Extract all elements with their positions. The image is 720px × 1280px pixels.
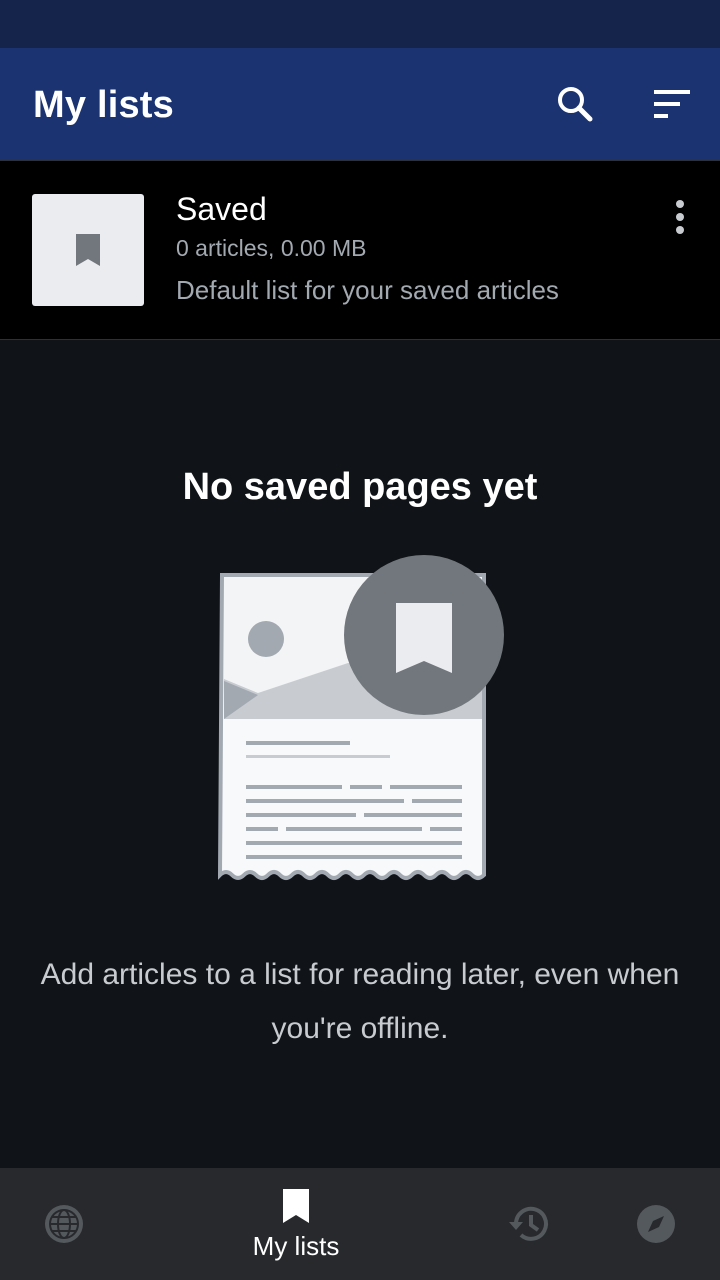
nav-label-my-lists: My lists [252, 1230, 340, 1261]
list-description: Default list for your saved articles [176, 275, 559, 305]
list-thumbnail [32, 194, 144, 306]
bookmark-icon [76, 234, 100, 266]
reading-list-saved[interactable]: Saved 0 articles, 0.00 MB Default list f… [0, 160, 720, 340]
empty-state-title: No saved pages yet [182, 466, 538, 508]
search-icon [558, 87, 593, 122]
nav-explore[interactable] [24, 1168, 104, 1280]
nav-nearby[interactable] [616, 1168, 696, 1280]
list-name: Saved [176, 191, 267, 227]
app-bar: My lists [0, 48, 720, 160]
status-bar [0, 0, 720, 48]
sort-button[interactable] [644, 76, 700, 132]
empty-state-message: Add articles to a list for reading later… [40, 958, 680, 1045]
page-title: My lists [33, 84, 174, 126]
history-icon [509, 1206, 548, 1241]
list-meta: 0 articles, 0.00 MB [176, 235, 367, 261]
globe-icon [45, 1205, 83, 1243]
search-button[interactable] [547, 76, 603, 132]
nav-history[interactable] [488, 1168, 568, 1280]
sort-icon [654, 90, 690, 118]
more-vertical-icon [676, 200, 684, 234]
bookmark-icon [283, 1188, 309, 1223]
list-overflow-button[interactable] [656, 193, 704, 241]
bottom-navigation: My lists [0, 1168, 720, 1280]
saved-pages-illustration-icon [218, 555, 504, 880]
compass-icon [637, 1205, 675, 1243]
nav-my-lists[interactable]: My lists [216, 1168, 376, 1280]
